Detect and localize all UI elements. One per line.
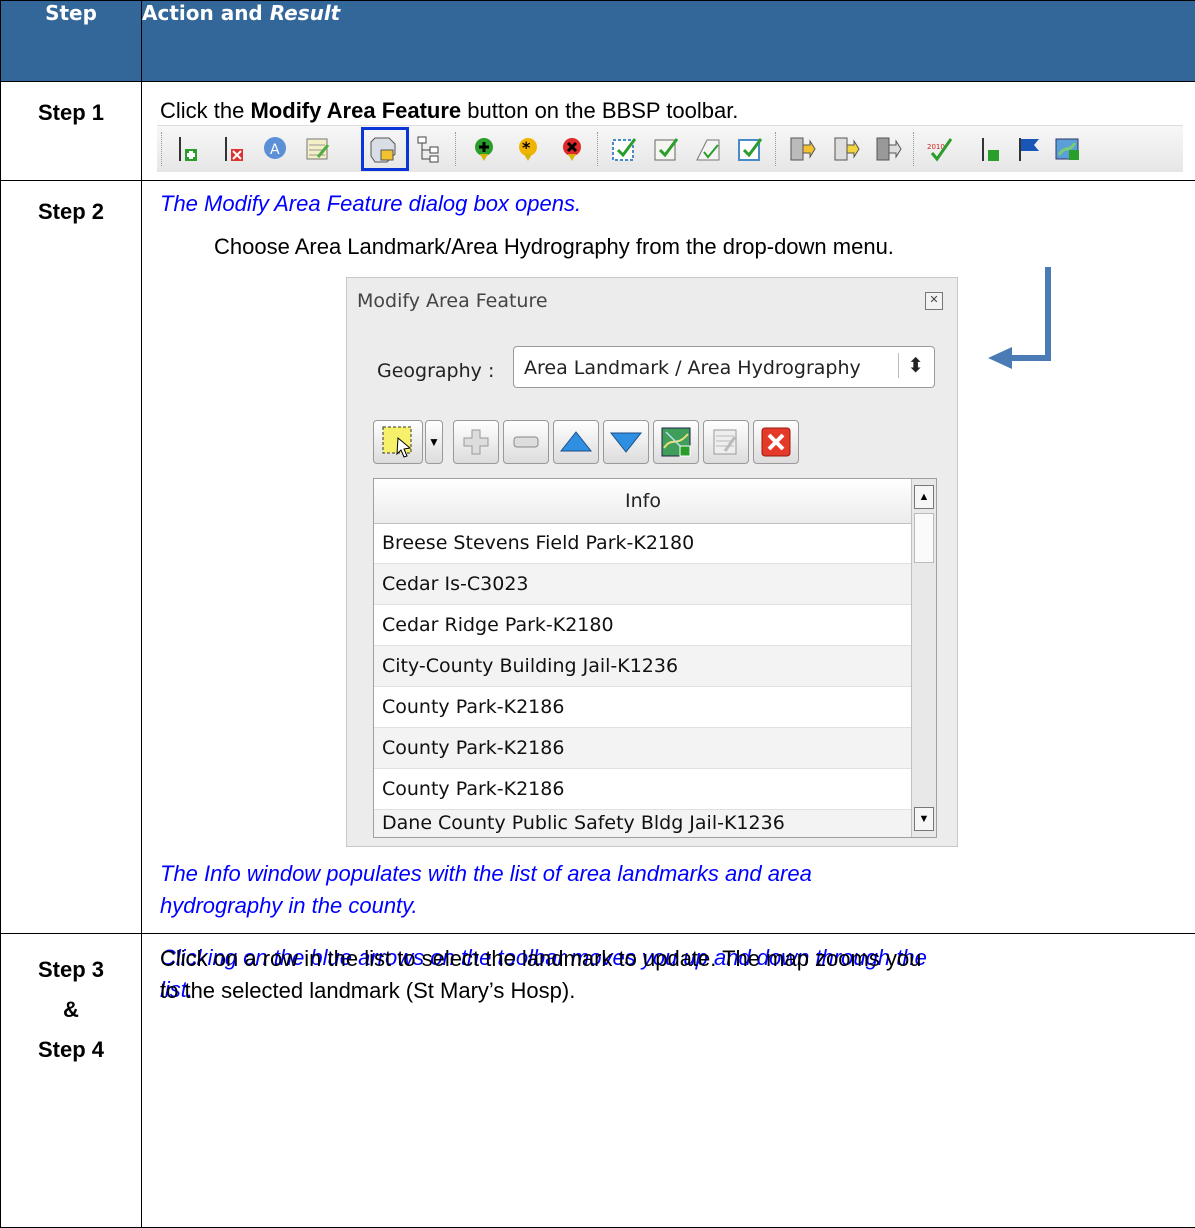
geography-select[interactable]: Area Landmark / Area Hydrography ⬍ [513, 346, 935, 388]
procedure-table: Step Action and Result Step 1 Click the … [0, 0, 1195, 1228]
info-list: Info Breese Stevens Field Park-K2180 Ced… [373, 478, 937, 838]
close-x-icon [761, 427, 791, 457]
select-dropdown-button[interactable]: ▼ [425, 420, 443, 464]
step-3-4-line-1: Click on a row in the list to select the… [160, 946, 922, 971]
step-1-cell: Step 1 [0, 81, 142, 181]
add-button[interactable] [453, 420, 499, 464]
export-2-icon[interactable] [831, 134, 861, 164]
step-2-cell: Step 2 [0, 180, 142, 934]
edit-table-icon [713, 429, 737, 455]
list-item[interactable]: Cedar Ridge Park-K2180 [374, 605, 912, 646]
step-2-result-2-line-1: The Info window populates with the list … [160, 861, 812, 886]
pointer-arrow-vertical [1045, 267, 1051, 361]
address-search-icon[interactable]: A [261, 134, 291, 164]
list-scrollbar[interactable]: ▲ ▼ [911, 479, 936, 837]
step-2-label: Step 2 [37, 199, 105, 224]
step-2-result-1: The Modify Area Feature dialog box opens… [160, 191, 582, 216]
step-2-instruction: Choose Area Landmark/Area Hydrography fr… [214, 234, 894, 259]
up-arrow-icon [559, 431, 593, 452]
step-1-action: Click the Modify Area Feature button on … [141, 81, 1195, 181]
cancel-button[interactable] [753, 420, 799, 464]
step-ampersand: & [63, 997, 79, 1022]
move-up-button[interactable] [553, 420, 599, 464]
step-3-label: Step 3 [37, 957, 105, 982]
map-add-icon[interactable] [1053, 134, 1083, 164]
step-4-label: Step 4 [37, 1037, 105, 1062]
modify-point-icon[interactable]: * [513, 134, 543, 164]
header-step: Step [0, 0, 142, 82]
geography-select-value: Area Landmark / Area Hydrography [524, 357, 861, 379]
select-feature-button[interactable] [373, 420, 423, 464]
header-step-label: Step [45, 1, 97, 25]
step-3-4-line-2: to the selected landmark (St Mary’s Hosp… [160, 978, 576, 1003]
step-2-result-2-line-2: hydrography in the county. [160, 893, 418, 918]
info-column-header[interactable]: Info [374, 479, 912, 524]
step-3-4-cell: Step 3 & Step 4 [0, 933, 142, 1228]
svg-text:A: A [270, 142, 280, 158]
minus-icon [513, 436, 539, 448]
delete-linear-feature-icon[interactable] [219, 134, 249, 164]
dialog-close-icon[interactable]: ✕ [925, 292, 943, 310]
step-1-label: Step 1 [37, 100, 105, 125]
map-zoom-icon [661, 427, 691, 457]
zoom-to-feature-button[interactable] [653, 420, 699, 464]
bbsp-toolbar: A * 2010 [157, 125, 1183, 172]
add-line-icon[interactable] [975, 134, 1005, 164]
step-3-4-action: Click on a row in the list to select the… [141, 933, 1195, 1228]
list-item[interactable]: Breese Stevens Field Park-K2180 [374, 523, 912, 564]
delete-point-icon[interactable] [557, 134, 587, 164]
select-rectangle-icon [382, 426, 412, 458]
dropdown-caret-icon: ▼ [428, 435, 440, 449]
list-item[interactable]: County Park-K2186 [374, 728, 912, 769]
edit-table-icon[interactable] [303, 134, 333, 164]
check-1-icon[interactable] [609, 134, 639, 164]
remove-button[interactable] [503, 420, 549, 464]
pointer-arrow-head [988, 347, 1012, 369]
modify-area-feature-highlight [361, 127, 409, 171]
select-updown-icon: ⬍ [898, 353, 924, 378]
validate-2010-icon[interactable]: 2010 [925, 134, 955, 164]
list-item[interactable]: County Park-K2186 [374, 687, 912, 728]
step-1-text: Click the Modify Area Feature button on … [160, 98, 739, 123]
export-1-icon[interactable] [787, 134, 817, 164]
list-item[interactable]: Dane County Public Safety Bldg Jail-K123… [374, 810, 912, 837]
header-action-label: Action and [142, 1, 270, 25]
move-down-button[interactable] [603, 420, 649, 464]
step-2-action: The Modify Area Feature dialog box opens… [141, 180, 1195, 1002]
check-3-icon[interactable] [693, 134, 723, 164]
list-item[interactable]: City-County Building Jail-K1236 [374, 646, 912, 687]
list-item[interactable]: Cedar Is-C3023 [374, 564, 912, 605]
scroll-up-icon[interactable]: ▲ [914, 485, 934, 509]
header-result-label: Result [269, 1, 341, 25]
scroll-down-icon[interactable]: ▼ [914, 807, 934, 831]
header-action: Action and Result [141, 0, 1195, 82]
list-item[interactable]: County Park-K2186 [374, 769, 912, 810]
export-3-icon[interactable] [873, 134, 903, 164]
scroll-thumb[interactable] [914, 513, 934, 563]
pointer-arrow-horizontal [1008, 355, 1051, 361]
down-arrow-icon [609, 432, 643, 453]
flag-icon[interactable] [1013, 134, 1043, 164]
plus-icon [463, 429, 489, 455]
check-4-icon[interactable] [735, 134, 765, 164]
geography-label: Geography : [377, 360, 495, 382]
check-2-icon[interactable] [651, 134, 681, 164]
modify-area-feature-dialog: Modify Area Feature ✕ Geography : Area L… [346, 277, 958, 847]
hierarchy-icon[interactable] [415, 134, 445, 164]
add-point-icon[interactable] [469, 134, 499, 164]
dialog-title: Modify Area Feature [357, 290, 548, 312]
edit-attributes-button[interactable] [703, 420, 749, 464]
add-linear-feature-icon[interactable] [173, 134, 203, 164]
